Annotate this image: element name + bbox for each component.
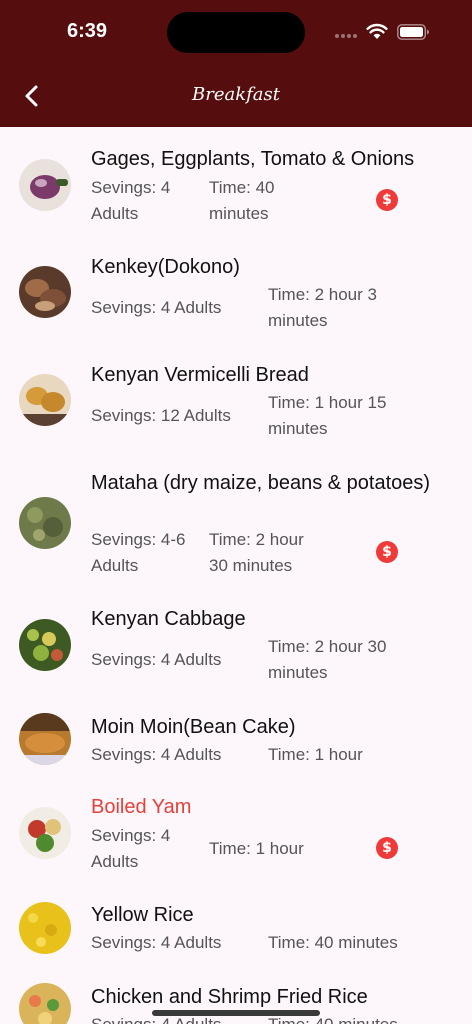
recipe-name: Chicken and Shrimp Fried Rice [91,986,368,1008]
recipe-servings: Sevings: 4 Adults [91,826,171,871]
recipe-thumbnail [19,497,71,549]
status-time: 6:39 [67,20,108,42]
recipe-time: Time: 1 hour 15 minutes [268,393,387,438]
recipe-servings: Sevings: 4 Adults [91,298,222,317]
recipe-thumbnail [19,374,71,426]
wifi-icon [366,23,388,39]
recipe-time: Time: 1 hour [209,839,304,858]
recipe-servings: Sevings: 4 Adults [91,178,171,223]
recipe-thumbnail [19,619,71,671]
recipe-name: Kenyan Vermicelli Bread [91,364,309,386]
recipe-list-item[interactable]: Mataha (dry maize, beans & potatoes) Sev… [0,451,472,587]
recipe-name: Mataha (dry maize, beans & potatoes) [91,472,431,494]
recipe-servings: Sevings: 4 Adults [91,933,222,952]
recipe-list-item[interactable]: Kenyan Cabbage Sevings: 4 Adults Time: 2… [0,587,472,695]
page-title: Breakfast [192,84,280,105]
recipe-list-item[interactable]: Boiled Yam Sevings: 4 Adults Time: 1 hou… [0,775,472,883]
dollar-icon: $ [376,837,398,859]
battery-icon [397,24,429,40]
home-indicator [152,1010,320,1016]
recipe-time: Time: 2 hour 30 minutes [268,637,387,682]
recipe-list-item[interactable]: Kenyan Vermicelli Bread Sevings: 12 Adul… [0,343,472,451]
recipe-name: Kenyan Cabbage [91,608,246,630]
recipe-servings: Sevings: 4 Adults [91,745,222,764]
dollar-icon: $ [376,541,398,563]
recipe-thumbnail [19,807,71,859]
recipe-time: Time: 2 hour 30 minutes [209,530,304,575]
recipe-time: Time: 40 minutes [268,933,398,952]
recipe-time: Time: 40 minutes [209,178,275,223]
recipe-time: Time: 2 hour 3 minutes [268,285,377,330]
status-bar: 6:39 [0,0,472,66]
recipe-list-item[interactable]: Moin Moin(Bean Cake) Sevings: 4 Adults T… [0,695,472,775]
recipe-name: Gages, Eggplants, Tomato & Onions [91,148,415,170]
dollar-icon: $ [376,189,398,211]
recipe-thumbnail [19,983,71,1024]
recipe-list-item[interactable]: Gages, Eggplants, Tomato & Onions Seving… [0,127,472,235]
recipe-servings: Sevings: 4-6 Adults [91,530,186,575]
recipe-time: Time: 1 hour [268,745,363,764]
recipe-name: Yellow Rice [91,904,194,926]
recipe-servings: Sevings: 12 Adults [91,406,231,425]
recipe-name: Kenkey(Dokono) [91,256,240,278]
recipe-thumbnail [19,902,71,954]
recipe-list-item[interactable]: Kenkey(Dokono) Sevings: 4 Adults Time: 2… [0,235,472,343]
recipe-servings: Sevings: 4 Adults [91,650,222,669]
app-bar: Breakfast [0,66,472,127]
dynamic-island [167,12,305,53]
recipe-thumbnail [19,266,71,318]
recipe-name: Boiled Yam [91,796,192,818]
cellular-signal-icon [335,34,357,38]
recipe-list-item[interactable]: Yellow Rice Sevings: 4 Adults Time: 40 m… [0,883,472,963]
recipe-thumbnail [19,713,71,765]
recipe-name: Moin Moin(Bean Cake) [91,716,296,738]
recipe-thumbnail [19,159,71,211]
